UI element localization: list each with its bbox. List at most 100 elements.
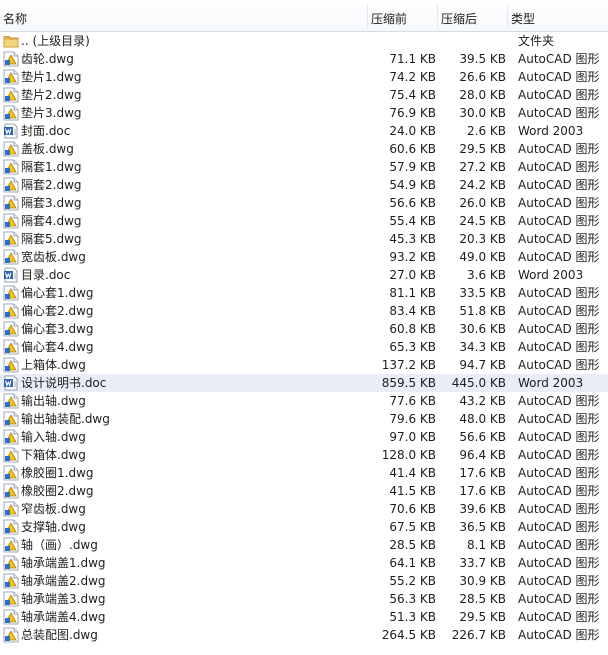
file-size: 39.6 KB xyxy=(459,502,506,516)
file-name-cell: 隔套2.dwg xyxy=(3,176,363,194)
dwg-file-icon xyxy=(3,105,19,121)
file-size: 36.5 KB xyxy=(459,520,506,534)
file-name-cell: 偏心套2.dwg xyxy=(3,302,363,320)
file-row[interactable]: .. (上级目录) 文件夹 xyxy=(0,32,608,50)
file-name: 隔套2.dwg xyxy=(21,178,82,192)
file-row[interactable]: 总装配图.dwg 264.5 KB 226.7 KB AutoCAD 图形 xyxy=(0,626,608,644)
file-compressed: 75.4 KB xyxy=(389,88,436,102)
file-row[interactable]: 输出轴.dwg 77.6 KB 43.2 KB AutoCAD 图形 xyxy=(0,392,608,410)
file-compressed: 79.6 KB xyxy=(389,412,436,426)
file-compressed: 27.0 KB xyxy=(389,268,436,282)
file-row[interactable]: 输入轴.dwg 97.0 KB 56.6 KB AutoCAD 图形 xyxy=(0,428,608,446)
file-name-cell: 总装配图.dwg xyxy=(3,626,363,644)
file-name: 偏心套1.dwg xyxy=(21,286,94,300)
file-row[interactable]: 轴承端盖2.dwg 55.2 KB 30.9 KB AutoCAD 图形 xyxy=(0,572,608,590)
file-type: AutoCAD 图形 xyxy=(518,340,600,354)
file-row[interactable]: 隔套5.dwg 45.3 KB 20.3 KB AutoCAD 图形 xyxy=(0,230,608,248)
file-compressed: 65.3 KB xyxy=(389,340,436,354)
file-row[interactable]: 隔套1.dwg 57.9 KB 27.2 KB AutoCAD 图形 xyxy=(0,158,608,176)
file-row[interactable]: 隔套2.dwg 54.9 KB 24.2 KB AutoCAD 图形 xyxy=(0,176,608,194)
file-name: 隔套4.dwg xyxy=(21,214,82,228)
file-row[interactable]: 偏心套1.dwg 81.1 KB 33.5 KB AutoCAD 图形 xyxy=(0,284,608,302)
file-row[interactable]: 窄齿板.dwg 70.6 KB 39.6 KB AutoCAD 图形 xyxy=(0,500,608,518)
file-row[interactable]: 封面.doc 24.0 KB 2.6 KB Word 2003 xyxy=(0,122,608,140)
file-name-cell: 输出轴装配.dwg xyxy=(3,410,363,428)
file-name-cell: 偏心套4.dwg xyxy=(3,338,363,356)
file-name: 齿轮.dwg xyxy=(21,52,74,66)
file-name: 输入轴.dwg xyxy=(21,430,86,444)
word-file-icon xyxy=(3,267,19,283)
file-size: 51.8 KB xyxy=(459,304,506,318)
file-type: AutoCAD 图形 xyxy=(518,430,600,444)
file-row[interactable]: 偏心套3.dwg 60.8 KB 30.6 KB AutoCAD 图形 xyxy=(0,320,608,338)
file-type: AutoCAD 图形 xyxy=(518,106,600,120)
file-row[interactable]: 盖板.dwg 60.6 KB 29.5 KB AutoCAD 图形 xyxy=(0,140,608,158)
file-row[interactable]: 轴承端盖4.dwg 51.3 KB 29.5 KB AutoCAD 图形 xyxy=(0,608,608,626)
file-row[interactable]: 设计说明书.doc 859.5 KB 445.0 KB Word 2003 xyxy=(0,374,608,392)
file-row[interactable]: 下箱体.dwg 128.0 KB 96.4 KB AutoCAD 图形 xyxy=(0,446,608,464)
file-name-cell: 轴承端盖1.dwg xyxy=(3,554,363,572)
file-compressed: 56.6 KB xyxy=(389,196,436,210)
file-compressed: 60.8 KB xyxy=(389,322,436,336)
file-row[interactable]: 目录.doc 27.0 KB 3.6 KB Word 2003 xyxy=(0,266,608,284)
dwg-file-icon xyxy=(3,555,19,571)
file-row[interactable]: 橡胶圈1.dwg 41.4 KB 17.6 KB AutoCAD 图形 xyxy=(0,464,608,482)
file-name: 偏心套3.dwg xyxy=(21,322,94,336)
file-row[interactable]: 偏心套2.dwg 83.4 KB 51.8 KB AutoCAD 图形 xyxy=(0,302,608,320)
file-name-cell: 橡胶圈1.dwg xyxy=(3,464,363,482)
file-row[interactable]: 轴承端盖1.dwg 64.1 KB 33.7 KB AutoCAD 图形 xyxy=(0,554,608,572)
dwg-file-icon xyxy=(3,573,19,589)
file-row[interactable]: 隔套3.dwg 56.6 KB 26.0 KB AutoCAD 图形 xyxy=(0,194,608,212)
file-type: AutoCAD 图形 xyxy=(518,142,600,156)
file-row[interactable]: 垫片3.dwg 76.9 KB 30.0 KB AutoCAD 图形 xyxy=(0,104,608,122)
column-header-compressed[interactable]: 压缩前 xyxy=(368,0,438,31)
folder-icon xyxy=(3,33,19,49)
column-header-type[interactable]: 类型 xyxy=(508,0,608,31)
file-type: AutoCAD 图形 xyxy=(518,556,600,570)
column-header-size[interactable]: 压缩后 xyxy=(438,0,508,31)
file-size: 24.2 KB xyxy=(459,178,506,192)
file-type: AutoCAD 图形 xyxy=(518,286,600,300)
file-type: AutoCAD 图形 xyxy=(518,448,600,462)
file-name: 总装配图.dwg xyxy=(21,628,98,642)
file-row[interactable]: 隔套4.dwg 55.4 KB 24.5 KB AutoCAD 图形 xyxy=(0,212,608,230)
file-name: 轴（画）.dwg xyxy=(21,538,98,552)
dwg-file-icon xyxy=(3,321,19,337)
file-name: 偏心套4.dwg xyxy=(21,340,94,354)
file-name-cell: 垫片2.dwg xyxy=(3,86,363,104)
file-type: AutoCAD 图形 xyxy=(518,358,600,372)
file-row[interactable]: 轴（画）.dwg 28.5 KB 8.1 KB AutoCAD 图形 xyxy=(0,536,608,554)
file-row[interactable]: 输出轴装配.dwg 79.6 KB 48.0 KB AutoCAD 图形 xyxy=(0,410,608,428)
file-row[interactable]: 宽齿板.dwg 93.2 KB 49.0 KB AutoCAD 图形 xyxy=(0,248,608,266)
file-compressed: 859.5 KB xyxy=(381,376,436,390)
file-name: 偏心套2.dwg xyxy=(21,304,94,318)
file-row[interactable]: 支撑轴.dwg 67.5 KB 36.5 KB AutoCAD 图形 xyxy=(0,518,608,536)
file-compressed: 54.9 KB xyxy=(389,178,436,192)
file-row[interactable]: 轴承端盖3.dwg 56.3 KB 28.5 KB AutoCAD 图形 xyxy=(0,590,608,608)
file-type: AutoCAD 图形 xyxy=(518,304,600,318)
file-name-cell: 偏心套1.dwg xyxy=(3,284,363,302)
file-row[interactable]: 垫片2.dwg 75.4 KB 28.0 KB AutoCAD 图形 xyxy=(0,86,608,104)
word-file-icon xyxy=(3,123,19,139)
file-row[interactable]: 偏心套4.dwg 65.3 KB 34.3 KB AutoCAD 图形 xyxy=(0,338,608,356)
column-header-name[interactable]: 名称 xyxy=(0,0,368,31)
file-size: 26.0 KB xyxy=(459,196,506,210)
file-type: AutoCAD 图形 xyxy=(518,70,600,84)
file-type: AutoCAD 图形 xyxy=(518,394,600,408)
dwg-file-icon xyxy=(3,51,19,67)
file-type: Word 2003 xyxy=(518,268,584,282)
file-type: AutoCAD 图形 xyxy=(518,250,600,264)
dwg-file-icon xyxy=(3,87,19,103)
file-name-cell: 盖板.dwg xyxy=(3,140,363,158)
file-row[interactable]: 橡胶圈2.dwg 41.5 KB 17.6 KB AutoCAD 图形 xyxy=(0,482,608,500)
file-row[interactable]: 上箱体.dwg 137.2 KB 94.7 KB AutoCAD 图形 xyxy=(0,356,608,374)
file-compressed: 60.6 KB xyxy=(389,142,436,156)
file-compressed: 74.2 KB xyxy=(389,70,436,84)
file-row[interactable]: 齿轮.dwg 71.1 KB 39.5 KB AutoCAD 图形 xyxy=(0,50,608,68)
file-size: 29.5 KB xyxy=(459,610,506,624)
dwg-file-icon xyxy=(3,483,19,499)
file-row[interactable]: 垫片1.dwg 74.2 KB 26.6 KB AutoCAD 图形 xyxy=(0,68,608,86)
file-name-cell: 轴（画）.dwg xyxy=(3,536,363,554)
file-size: 445.0 KB xyxy=(451,376,506,390)
file-name-cell: 齿轮.dwg xyxy=(3,50,363,68)
